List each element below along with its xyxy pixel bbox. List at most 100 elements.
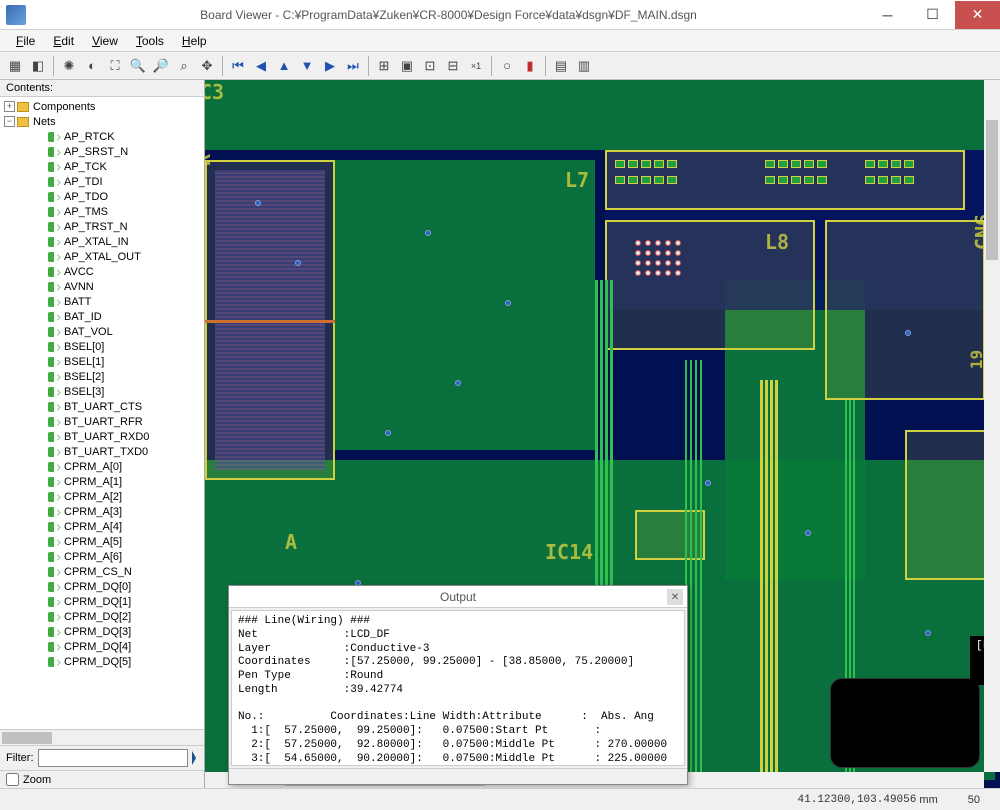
silk-c3: C3 [205, 80, 224, 104]
tree-net-item[interactable]: BT_UART_CTS [2, 399, 202, 414]
tree-net-item[interactable]: AP_RTCK [2, 129, 202, 144]
tool-hide-icon[interactable]: ◧ [27, 55, 49, 77]
tree-net-item[interactable]: BSEL[2] [2, 369, 202, 384]
tree-net-item[interactable]: CPRM_A[6] [2, 549, 202, 564]
net-icon [48, 282, 60, 292]
tree-net-item[interactable]: CPRM_A[0] [2, 459, 202, 474]
tree-net-item[interactable]: AVNN [2, 279, 202, 294]
tree-net-item[interactable]: CPRM_DQ[2] [2, 609, 202, 624]
tool-pan-icon[interactable]: ✥ [196, 55, 218, 77]
output-close-button[interactable]: ✕ [667, 589, 683, 605]
tool-zoomarea-icon[interactable]: ⌕ [173, 55, 195, 77]
output-hscroll[interactable] [229, 768, 687, 784]
toolbar: ▦ ◧ ✺ ◐ ⛶ 🔍 🔎 ⌕ ✥ ⏮ ◀ ▲ ▼ ▶ ⏭ ⊞ ▣ ⊡ ⊟ ×1… [0, 52, 1000, 80]
tool-output-icon[interactable]: ▤ [550, 55, 572, 77]
tool-layers-icon[interactable]: ▦ [4, 55, 26, 77]
contents-tree[interactable]: +Components−NetsAP_RTCKAP_SRST_NAP_TCKAP… [0, 97, 204, 729]
tree-net-item[interactable]: CPRM_DQ[0] [2, 579, 202, 594]
filter-label: Filter: [6, 752, 34, 764]
tree-net-item[interactable]: AP_TDO [2, 189, 202, 204]
sidebar: Contents: +Components−NetsAP_RTCKAP_SRST… [0, 80, 205, 788]
tree-net-item[interactable]: CPRM_DQ[5] [2, 654, 202, 669]
filter-input[interactable] [38, 749, 188, 767]
tool-report-icon[interactable]: ▥ [573, 55, 595, 77]
close-button[interactable] [955, 1, 1000, 29]
tree-net-item[interactable]: CPRM_DQ[4] [2, 639, 202, 654]
menu-help[interactable]: Help [174, 32, 215, 50]
menu-edit[interactable]: Edit [45, 32, 82, 50]
tool-info-icon[interactable]: ○ [496, 55, 518, 77]
tool-first-icon[interactable]: ⏮ [227, 55, 249, 77]
tree-net-item[interactable]: AP_SRST_N [2, 144, 202, 159]
sidebar-hscroll[interactable] [0, 729, 204, 745]
chip-body [830, 678, 980, 768]
tool-refresh-icon[interactable]: ✺ [58, 55, 80, 77]
tree-net-item[interactable]: CPRM_A[5] [2, 534, 202, 549]
tree-net-item[interactable]: AP_XTAL_IN [2, 234, 202, 249]
tree-net-item[interactable]: BT_UART_TXD0 [2, 444, 202, 459]
tool-prev-icon[interactable]: ◀ [250, 55, 272, 77]
tree-net-item[interactable]: BAT_ID [2, 309, 202, 324]
net-icon [48, 357, 60, 367]
tree-net-item[interactable]: BAT_VOL [2, 324, 202, 339]
menu-file[interactable]: File [8, 32, 43, 50]
tree-components[interactable]: +Components [2, 99, 202, 114]
output-text[interactable]: ### Line(Wiring) ### Net :LCD_DF Layer :… [231, 610, 685, 766]
tree-nets[interactable]: −Nets [2, 114, 202, 129]
tree-net-item[interactable]: CPRM_DQ[1] [2, 594, 202, 609]
tree-net-item[interactable]: AP_TDI [2, 174, 202, 189]
tree-net-item[interactable]: BT_UART_RXD0 [2, 429, 202, 444]
tool-measure-icon[interactable]: ⊞ [373, 55, 395, 77]
tool-x1-icon[interactable]: ×1 [465, 55, 487, 77]
net-icon [48, 537, 60, 547]
tool-fit-icon[interactable]: ⛶ [104, 55, 126, 77]
tool-zoomout-icon[interactable]: 🔎 [150, 55, 172, 77]
tree-net-item[interactable]: BSEL[1] [2, 354, 202, 369]
menu-view[interactable]: View [84, 32, 126, 50]
tree-net-item[interactable]: BATT [2, 294, 202, 309]
tool-last-icon[interactable]: ⏭ [342, 55, 364, 77]
tree-net-item[interactable]: CPRM_CS_N [2, 564, 202, 579]
tree-net-item[interactable]: BSEL[3] [2, 384, 202, 399]
tool-grid-icon[interactable]: ⊡ [419, 55, 441, 77]
filter-go-button[interactable] [192, 750, 199, 766]
tree-net-item[interactable]: CPRM_A[4] [2, 519, 202, 534]
tree-net-item[interactable]: AP_XTAL_OUT [2, 249, 202, 264]
tool-highlight-icon[interactable]: ▮ [519, 55, 541, 77]
tool-toggle-icon[interactable]: ◐ [81, 55, 103, 77]
titlebar: Board Viewer - C:¥ProgramData¥Zuken¥CR-8… [0, 0, 1000, 30]
net-icon [48, 657, 60, 667]
net-icon [48, 477, 60, 487]
tree-net-item[interactable]: CPRM_DQ[3] [2, 624, 202, 639]
tree-net-item[interactable]: BT_UART_RFR [2, 414, 202, 429]
net-icon [48, 372, 60, 382]
net-icon [48, 192, 60, 202]
maximize-button[interactable] [910, 1, 955, 29]
tree-net-item[interactable]: CPRM_A[3] [2, 504, 202, 519]
menu-tools[interactable]: Tools [128, 32, 172, 50]
minimize-button[interactable] [865, 1, 910, 29]
tool-zoomin-icon[interactable]: 🔍 [127, 55, 149, 77]
tool-down-icon[interactable]: ▼ [296, 55, 318, 77]
net-icon [48, 222, 60, 232]
tool-select-icon[interactable]: ▣ [396, 55, 418, 77]
tree-net-item[interactable]: AP_TMS [2, 204, 202, 219]
statusbar: 41.12300,103.49056 mm 50 [0, 788, 1000, 810]
tree-net-item[interactable]: AP_TRST_N [2, 219, 202, 234]
net-icon [48, 387, 60, 397]
tree-net-item[interactable]: CPRM_A[2] [2, 489, 202, 504]
output-window: Output ✕ ### Line(Wiring) ### Net :LCD_D… [228, 585, 688, 785]
silk-r: R [205, 154, 215, 166]
output-titlebar[interactable]: Output ✕ [229, 586, 687, 608]
tree-net-item[interactable]: CPRM_A[1] [2, 474, 202, 489]
net-icon [48, 252, 60, 262]
tool-snap-icon[interactable]: ⊟ [442, 55, 464, 77]
tool-up-icon[interactable]: ▲ [273, 55, 295, 77]
net-icon [48, 417, 60, 427]
tree-net-item[interactable]: AP_TCK [2, 159, 202, 174]
tool-next-icon[interactable]: ▶ [319, 55, 341, 77]
tree-net-item[interactable]: BSEL[0] [2, 339, 202, 354]
tree-net-item[interactable]: AVCC [2, 264, 202, 279]
zoom-checkbox[interactable] [6, 773, 19, 786]
canvas-vscroll[interactable] [984, 80, 1000, 772]
